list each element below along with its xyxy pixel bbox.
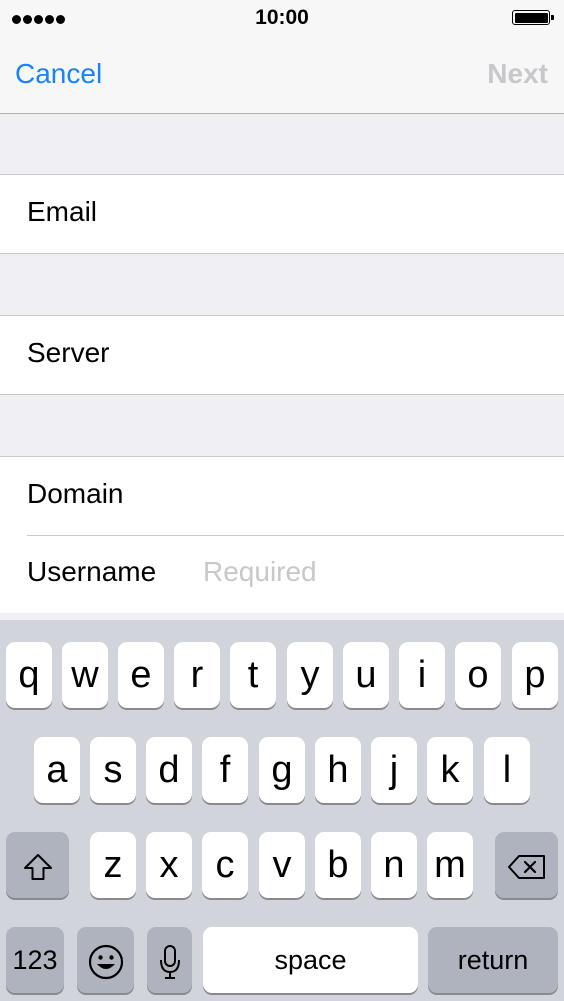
email-label: Email [27, 196, 98, 227]
key-u[interactable]: u [343, 642, 389, 708]
key-w[interactable]: w [62, 642, 108, 708]
key-m[interactable]: m [427, 832, 473, 898]
username-input[interactable]: Required [203, 556, 317, 588]
domain-row[interactable]: Domain [0, 457, 564, 535]
cancel-button[interactable]: Cancel [15, 58, 102, 90]
email-row[interactable]: Email [0, 175, 564, 253]
server-row[interactable]: Server [0, 316, 564, 394]
next-button[interactable]: Next [487, 58, 548, 90]
status-bar: 10:00 [0, 0, 564, 36]
key-z[interactable]: z [90, 832, 136, 898]
numbers-key[interactable]: 123 [6, 927, 64, 993]
emoji-icon [87, 939, 125, 981]
keyboard: q w e r t y u i o p a s d f g h j k l z … [0, 620, 564, 1001]
delete-key[interactable] [495, 832, 558, 898]
navigation-bar: Cancel Next [0, 36, 564, 114]
credentials-section: Domain Username Required [0, 456, 564, 613]
key-o[interactable]: o [455, 642, 501, 708]
key-k[interactable]: k [427, 737, 473, 803]
key-y[interactable]: y [287, 642, 333, 708]
status-time: 10:00 [255, 6, 309, 29]
key-v[interactable]: v [259, 832, 305, 898]
key-b[interactable]: b [315, 832, 361, 898]
key-c[interactable]: c [202, 832, 248, 898]
username-row[interactable]: Username Required [0, 535, 564, 613]
server-label: Server [27, 337, 110, 368]
key-f[interactable]: f [202, 737, 248, 803]
key-j[interactable]: j [371, 737, 417, 803]
emoji-key[interactable] [77, 927, 134, 993]
shift-key[interactable] [6, 832, 69, 898]
shift-icon [22, 844, 54, 886]
key-a[interactable]: a [34, 737, 80, 803]
key-n[interactable]: n [371, 832, 417, 898]
domain-label: Domain [27, 478, 124, 509]
return-key[interactable]: return [428, 927, 558, 993]
key-h[interactable]: h [315, 737, 361, 803]
username-label: Username [27, 556, 157, 587]
key-x[interactable]: x [146, 832, 192, 898]
key-l[interactable]: l [484, 737, 530, 803]
key-i[interactable]: i [399, 642, 445, 708]
microphone-icon [158, 939, 182, 981]
key-r[interactable]: r [174, 642, 220, 708]
email-section: Email [0, 174, 564, 254]
space-key[interactable]: space [203, 927, 418, 993]
key-t[interactable]: t [230, 642, 276, 708]
key-e[interactable]: e [118, 642, 164, 708]
dictation-key[interactable] [147, 927, 192, 993]
battery-icon [512, 10, 554, 25]
key-d[interactable]: d [146, 737, 192, 803]
key-p[interactable]: p [512, 642, 558, 708]
delete-icon [507, 844, 547, 886]
key-s[interactable]: s [90, 737, 136, 803]
key-g[interactable]: g [259, 737, 305, 803]
server-section: Server [0, 315, 564, 395]
key-q[interactable]: q [6, 642, 52, 708]
